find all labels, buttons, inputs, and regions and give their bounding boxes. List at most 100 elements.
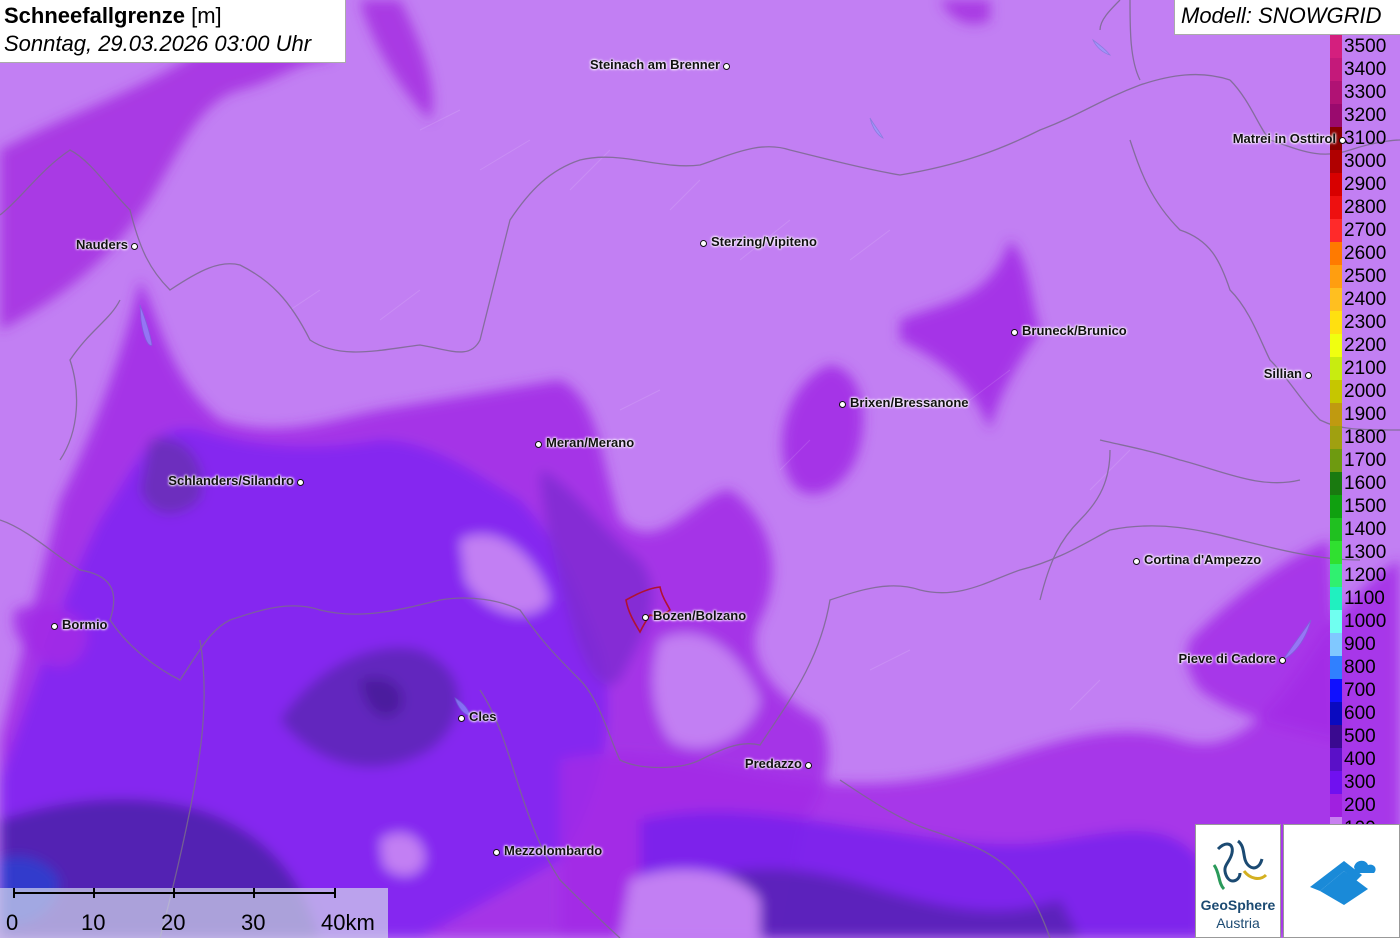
legend-entry: 1900 (1330, 403, 1400, 426)
legend-entry: 2100 (1330, 357, 1400, 380)
city-marker[interactable] (1304, 371, 1312, 379)
legend-label: 2900 (1344, 174, 1387, 195)
legend-swatch (1330, 196, 1342, 219)
legend-entry: 2700 (1330, 219, 1400, 242)
city-label[interactable]: Bormio (62, 618, 108, 632)
legend-label: 1600 (1344, 473, 1387, 494)
legend-swatch (1330, 357, 1342, 380)
city-label[interactable]: Matrei in Osttirol (1233, 132, 1336, 146)
snowfall-map[interactable]: Schneefallgrenze [m] Sonntag, 29.03.2026… (0, 0, 1400, 938)
legend-label: 1700 (1344, 450, 1387, 471)
legend-label: 3500 (1344, 36, 1387, 57)
city-marker[interactable] (130, 242, 138, 250)
legend-label: 2800 (1344, 197, 1387, 218)
scale-tick-10: 10 (81, 910, 106, 935)
city-marker[interactable] (1278, 656, 1286, 664)
legend-swatch (1330, 58, 1342, 81)
legend-swatch (1330, 81, 1342, 104)
geosphere-mark-icon (1212, 839, 1268, 891)
city-label[interactable]: Sterzing/Vipiteno (711, 235, 817, 249)
scale-tick-30: 30 (241, 910, 266, 935)
legend-label: 2000 (1344, 381, 1387, 402)
legend-swatch (1330, 748, 1342, 771)
legend-entry: 1300 (1330, 541, 1400, 564)
city-label[interactable]: Pieve di Cadore (1178, 652, 1276, 666)
city-marker[interactable] (1338, 136, 1346, 144)
legend-swatch (1330, 219, 1342, 242)
legend-entry: 3000 (1330, 150, 1400, 173)
legend-swatch (1330, 472, 1342, 495)
legend-entry: 800 (1330, 656, 1400, 679)
legend-label: 2300 (1344, 312, 1387, 333)
city-label[interactable]: Bozen/Bolzano (653, 609, 746, 623)
title-panel: Schneefallgrenze [m] Sonntag, 29.03.2026… (0, 0, 346, 63)
geosphere-logo[interactable]: GeoSphere Austria (1195, 824, 1281, 938)
legend-entry: 2400 (1330, 288, 1400, 311)
geosphere-country: Austria (1216, 915, 1260, 931)
legend-label: 2700 (1344, 220, 1387, 241)
map-unit: [m] (191, 3, 222, 28)
legend-label: 200 (1344, 795, 1376, 816)
legend-label: 400 (1344, 749, 1376, 770)
legend-entry: 200 (1330, 794, 1400, 817)
city-marker[interactable] (641, 613, 649, 621)
city-marker[interactable] (534, 440, 542, 448)
legend-swatch (1330, 518, 1342, 541)
city-label[interactable]: Steinach am Brenner (590, 58, 720, 72)
legend-swatch (1330, 311, 1342, 334)
legend-swatch (1330, 794, 1342, 817)
city-marker[interactable] (457, 714, 465, 722)
legend-swatch (1330, 173, 1342, 196)
legend-label: 2400 (1344, 289, 1387, 310)
city-label[interactable]: Schlanders/Silandro (168, 474, 294, 488)
city-label[interactable]: Meran/Merano (546, 436, 634, 450)
city-marker[interactable] (804, 761, 812, 769)
city-label[interactable]: Bruneck/Brunico (1022, 324, 1127, 338)
legend-swatch (1330, 380, 1342, 403)
legend-swatch (1330, 541, 1342, 564)
city-marker[interactable] (1132, 557, 1140, 565)
city-label[interactable]: Cortina d'Ampezzo (1144, 553, 1261, 567)
scale-tick-20: 20 (161, 910, 186, 935)
legend-swatch (1330, 104, 1342, 127)
legend-label: 1500 (1344, 496, 1387, 517)
legend-swatch (1330, 633, 1342, 656)
city-label[interactable]: Mezzolombardo (504, 844, 602, 858)
legend-swatch (1330, 725, 1342, 748)
legend-label: 900 (1344, 634, 1376, 655)
legend-entry: 900 (1330, 633, 1400, 656)
map-variable-title: Schneefallgrenze (4, 3, 185, 28)
legend-swatch (1330, 449, 1342, 472)
legend-label: 3000 (1344, 151, 1387, 172)
city-label[interactable]: Nauders (76, 238, 128, 252)
city-marker[interactable] (838, 400, 846, 408)
legend-swatch (1330, 771, 1342, 794)
legend-entry: 1000 (1330, 610, 1400, 633)
legend-label: 300 (1344, 772, 1376, 793)
city-label[interactable]: Sillian (1264, 367, 1302, 381)
city-label[interactable]: Predazzo (745, 757, 802, 771)
legend-entry: 1100 (1330, 587, 1400, 610)
snow-house-icon (1310, 860, 1376, 905)
city-marker[interactable] (492, 848, 500, 856)
legend-swatch (1330, 610, 1342, 633)
legend-label: 800 (1344, 657, 1376, 678)
city-label[interactable]: Brixen/Bressanone (850, 396, 969, 410)
legend-swatch (1330, 403, 1342, 426)
legend-label: 500 (1344, 726, 1376, 747)
city-marker[interactable] (699, 239, 707, 247)
legend-swatch (1330, 656, 1342, 679)
app-logo[interactable] (1283, 824, 1400, 938)
color-legend: 3500 3400 3300 3200 3100 3000 2900 2800 2700 2600… (1330, 35, 1400, 840)
city-marker[interactable] (50, 622, 58, 630)
city-marker[interactable] (1010, 328, 1018, 336)
city-label[interactable]: Cles (469, 710, 496, 724)
city-marker[interactable] (722, 62, 730, 70)
legend-entry: 3300 (1330, 81, 1400, 104)
legend-label: 1400 (1344, 519, 1387, 540)
city-marker[interactable] (296, 478, 304, 486)
legend-swatch (1330, 679, 1342, 702)
legend-swatch (1330, 495, 1342, 518)
geosphere-name: GeoSphere (1200, 897, 1276, 913)
scale-tick-40km: 40km (321, 910, 375, 935)
